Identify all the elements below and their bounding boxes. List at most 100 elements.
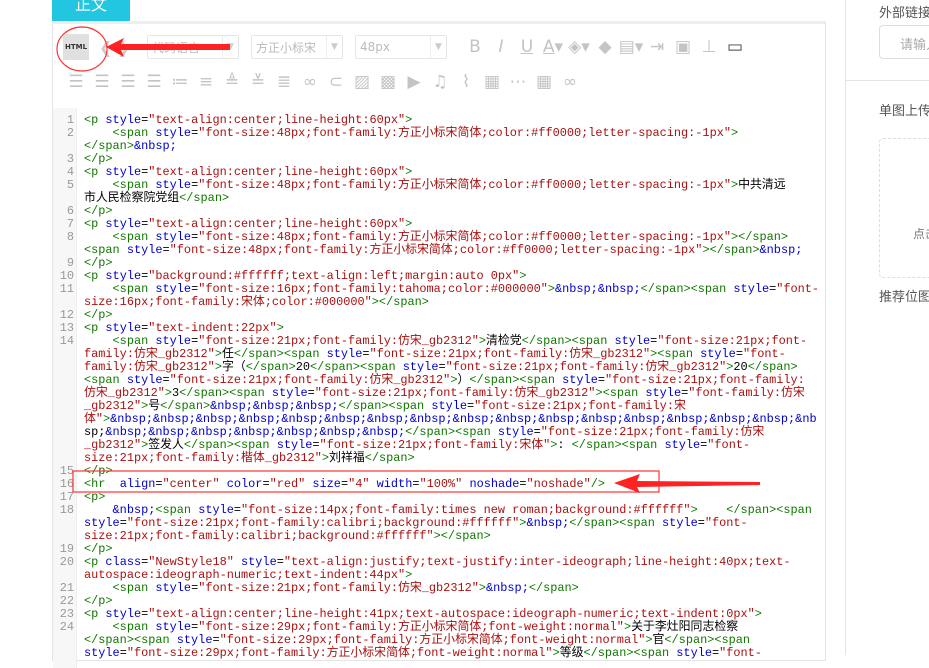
code-text: 仿宋_gb2312">3</span><span style="font-siz… bbox=[84, 386, 805, 400]
ordered-list-icon[interactable]: ≔ bbox=[167, 72, 193, 92]
align-left-icon[interactable]: ☰ bbox=[63, 72, 89, 92]
line-number: 8 bbox=[66, 230, 74, 244]
upload-hint: 点击 bbox=[913, 227, 929, 241]
external-link-label: 外部链接 bbox=[879, 6, 929, 21]
code-text: </p> bbox=[84, 256, 113, 270]
row-spacing-top-icon[interactable]: ≜ bbox=[219, 72, 245, 92]
code-text: &nbsp;<span style="font-size:14px;font-f… bbox=[112, 503, 812, 517]
fullscreen-monitor-icon[interactable]: ▭ bbox=[722, 37, 748, 57]
code-text: </span>&nbsp; bbox=[84, 139, 177, 153]
code-line: 市人民检察院党组</span> bbox=[53, 192, 825, 205]
code-text: 市人民检察院党组</span> bbox=[84, 191, 230, 205]
code-text: <span style="font-size:29px;font-family:… bbox=[112, 620, 739, 634]
code-text: autospace:ideograph-numeric;text-indent:… bbox=[84, 568, 413, 582]
code-text: <p style="text-align:center;line-height:… bbox=[84, 113, 413, 127]
line-number: 5 bbox=[66, 178, 74, 192]
table-icon[interactable]: ▦ bbox=[531, 72, 557, 92]
code-text: </p> bbox=[84, 204, 113, 218]
attachment-icon[interactable]: ⌇ bbox=[453, 72, 479, 92]
page-break-icon[interactable]: ⋯ bbox=[505, 72, 531, 92]
code-text: <p class="NewStyle18" style="text-align:… bbox=[84, 555, 791, 569]
chevron-down-icon: ▼ bbox=[430, 36, 446, 58]
format-brush-icon[interactable]: ⊥ bbox=[696, 37, 722, 57]
line-number: 20 bbox=[59, 555, 74, 569]
code-text: <p style="background:#ffffff;text-align:… bbox=[84, 269, 527, 283]
font-family-value: 方正小标宋 bbox=[256, 40, 317, 55]
code-text: <span style="font-size:16px;font-family:… bbox=[112, 282, 820, 296]
align-right-icon[interactable]: ☰ bbox=[115, 72, 141, 92]
editor-toolbar: HTML ❮ ❯ 代码语言 ▼ 方正小标宋 ▼ 48px ▼ B I U A▾ ◈▾ … bbox=[53, 24, 825, 108]
paste-text-icon[interactable]: ▣ bbox=[670, 37, 696, 57]
image-icon[interactable]: ▨ bbox=[349, 72, 375, 92]
code-text: style="font-size:21px;font-family:calibr… bbox=[84, 516, 748, 530]
row-spacing-bottom-icon[interactable]: ≚ bbox=[245, 72, 271, 92]
font-color-icon[interactable]: A▾ bbox=[540, 37, 566, 57]
font-family-select[interactable]: 方正小标宋 ▼ bbox=[251, 35, 343, 59]
code-text: </p> bbox=[84, 464, 113, 478]
word-image-icon[interactable]: ▦ bbox=[479, 72, 505, 92]
code-text: size:21px;font-family:calibri;background… bbox=[84, 529, 491, 543]
code-line: size:16px;font-family:宋体;color:#000000">… bbox=[53, 296, 825, 309]
italic-icon[interactable]: I bbox=[488, 37, 514, 57]
code-text: <hr align="center" color="red" size="4" … bbox=[84, 477, 606, 491]
external-link-input[interactable]: 请输入 bbox=[879, 25, 929, 59]
line-number: 18 bbox=[59, 503, 74, 517]
code-line: style="font-size:29px;font-family:方正小标宋简… bbox=[53, 647, 825, 660]
code-text: sp;&nbsp;&nbsp;&nbsp;&nbsp;&nbsp;&nbsp;&… bbox=[84, 425, 765, 439]
code-line: size:21px;font-family:楷体_gb2312">刘祥福</sp… bbox=[53, 452, 825, 465]
code-text: <span style="font-size:21px;font-family:… bbox=[112, 581, 579, 595]
indent-icon[interactable]: ⇥ bbox=[644, 37, 670, 57]
bold-icon[interactable]: B bbox=[462, 37, 488, 57]
video-icon[interactable]: ▶ bbox=[401, 72, 427, 92]
code-text: <p style="text-align:center;line-height:… bbox=[84, 217, 413, 231]
code-text: <span style="font-size:48px;font-family:… bbox=[84, 243, 803, 257]
code-text: style="font-size:29px;font-family:方正小标宋简… bbox=[84, 646, 762, 660]
paragraph-format-icon[interactable]: ▤▾ bbox=[618, 37, 644, 57]
align-justify-icon[interactable]: ☰ bbox=[141, 72, 167, 92]
link-icon[interactable]: ∞ bbox=[297, 72, 323, 92]
line-number: 2 bbox=[66, 126, 74, 140]
html-source-code-area[interactable]: 1 <p style="text-align:center;line-height… bbox=[53, 108, 825, 668]
music-icon[interactable]: ♫ bbox=[427, 72, 453, 92]
undo-icon[interactable]: ❮ bbox=[99, 38, 117, 57]
code-text: <span style="font-size:48px;font-family:… bbox=[112, 126, 739, 140]
single-upload-label: 单图上传 bbox=[879, 104, 929, 119]
underline-icon[interactable]: U bbox=[514, 37, 540, 57]
html-source-button[interactable]: HTML bbox=[63, 34, 89, 60]
tab-content[interactable]: 正文 bbox=[52, 0, 130, 21]
code-language-value: 代码语言 bbox=[152, 40, 201, 55]
line-number: 11 bbox=[59, 282, 74, 296]
line-height-icon[interactable]: ≣ bbox=[271, 72, 297, 92]
code-text: <span style="font-size:48px;font-family:… bbox=[112, 178, 786, 192]
redo-icon[interactable]: ❯ bbox=[117, 38, 135, 57]
search-replace-binoculars-icon[interactable]: ∞ bbox=[557, 72, 583, 92]
line-number: 24 bbox=[59, 620, 74, 634]
background-color-icon[interactable]: ◈▾ bbox=[566, 37, 592, 57]
code-line: 16 <hr align="center" color="red" size="4… bbox=[53, 478, 825, 491]
code-line: 21 <span style="font-size:21px;font-fami… bbox=[53, 582, 825, 595]
code-text: _gb2312">签发人</span><span style="font-siz… bbox=[84, 438, 751, 452]
eraser-icon[interactable]: ◆ bbox=[592, 37, 618, 57]
image-upload-area[interactable]: 点击 bbox=[879, 138, 929, 278]
code-text: </p> bbox=[84, 308, 113, 322]
code-text: <p style="text-indent:22px"> bbox=[84, 321, 284, 335]
code-text: <span style="font-size:21px;font-family:… bbox=[112, 334, 808, 348]
tab-label: 正文 bbox=[74, 0, 107, 14]
code-text: family:仿宋_gb2312">字（</span>20</span><spa… bbox=[84, 360, 798, 374]
external-link-placeholder: 请输入 bbox=[900, 38, 929, 53]
code-line: <span style="font-size:48px;font-family:… bbox=[53, 244, 825, 257]
code-text: _gb2312">号</span>&nbsp;&nbsp;&nbsp;</spa… bbox=[84, 399, 686, 413]
code-language-select[interactable]: 代码语言 ▼ bbox=[147, 35, 239, 59]
multi-image-icon[interactable]: ▩ bbox=[375, 72, 401, 92]
align-center-icon[interactable]: ☰ bbox=[89, 72, 115, 92]
unordered-list-icon[interactable]: ≡ bbox=[193, 72, 219, 92]
code-line: size:21px;font-family:calibri;background… bbox=[53, 530, 825, 543]
line-number: 14 bbox=[59, 334, 74, 348]
code-text: family:仿宋_gb2312">任</span><span style="f… bbox=[84, 347, 786, 361]
code-text: </p> bbox=[84, 542, 113, 556]
code-text: </span><span style="font-size:29px;font-… bbox=[84, 633, 751, 647]
unlink-icon[interactable]: ⊂ bbox=[323, 72, 349, 92]
code-text: <p style="text-align:center;line-height:… bbox=[84, 607, 762, 621]
code-text: size:21px;font-family:楷体_gb2312">刘祥福</sp… bbox=[84, 451, 415, 465]
font-size-select[interactable]: 48px ▼ bbox=[355, 35, 447, 59]
